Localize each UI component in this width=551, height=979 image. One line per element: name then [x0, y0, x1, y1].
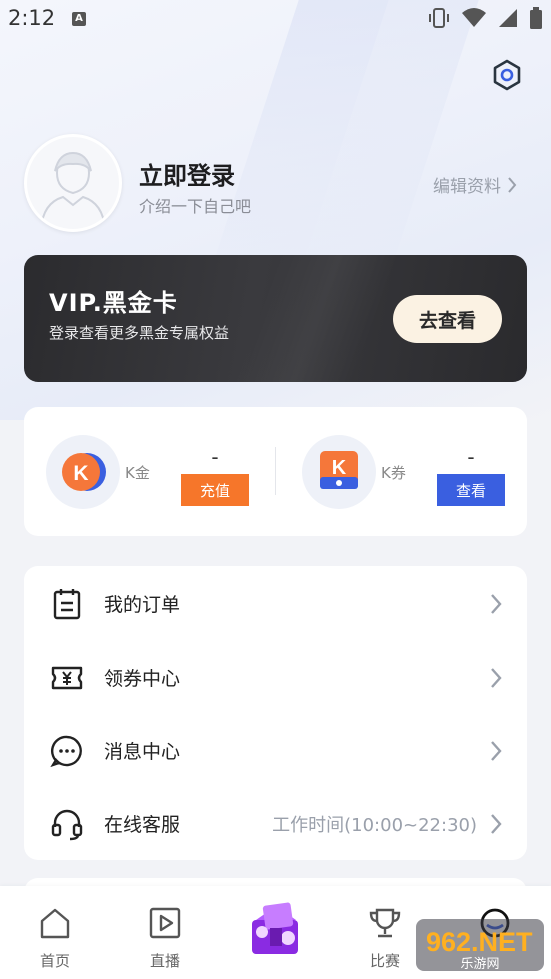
menu-item-label: 领券中心 [104, 668, 181, 690]
vip-view-button[interactable]: 去查看 [393, 295, 502, 343]
menu-item-coupons[interactable]: 领券中心 [24, 641, 527, 714]
kcoupon-value: - [467, 445, 475, 469]
tab-label: 直播 [149, 952, 180, 970]
site-watermark: 962.NET 乐游网 [416, 919, 544, 972]
svg-text:K: K [332, 457, 347, 479]
profile-subtitle: 介绍一下自己吧 [139, 197, 252, 216]
vip-title: VIP.黑金卡 [49, 289, 178, 317]
notification-icon: A [72, 12, 86, 26]
wallet-card: K K金 - 充值 K K券 - 查看 [24, 407, 527, 536]
battery-icon [530, 7, 542, 29]
tab-label: 首页 [39, 952, 70, 970]
watermark-subtext: 乐游网 [460, 957, 499, 972]
chevron-right-icon [491, 593, 502, 614]
wifi-icon [462, 8, 486, 27]
edit-profile-link[interactable]: 编辑资料 [433, 172, 517, 197]
svg-text:K: K [73, 462, 88, 485]
promo-badge-icon [252, 902, 298, 954]
trophy-icon [369, 908, 401, 938]
avatar[interactable] [24, 134, 122, 232]
clipboard-icon [53, 588, 81, 619]
headset-icon [51, 809, 83, 840]
tab-home[interactable]: 首页 [0, 886, 110, 979]
signal-icon [499, 9, 517, 27]
chat-bubble-icon [50, 735, 82, 767]
vibrate-icon [429, 8, 449, 28]
default-avatar-icon [40, 151, 106, 229]
kcoupon-icon: K [302, 435, 376, 509]
chevron-right-icon [491, 667, 502, 688]
service-hours: 工作时间(10:00~22:30) [272, 814, 477, 836]
vip-subtitle: 登录查看更多黑金专属权益 [49, 324, 230, 342]
kgold-icon: K [46, 435, 120, 509]
menu-item-label: 我的订单 [104, 594, 181, 616]
status-time: 2:12 [8, 6, 56, 30]
kgold-label: K金 [125, 464, 150, 482]
home-icon [40, 908, 70, 939]
vip-card[interactable]: VIP.黑金卡 登录查看更多黑金专属权益 去查看 [24, 255, 527, 382]
settings-icon[interactable] [490, 58, 524, 92]
play-icon [149, 907, 181, 939]
tab-live[interactable]: 直播 [110, 886, 220, 979]
view-coupons-button[interactable]: 查看 [437, 474, 505, 506]
tab-promo[interactable] [220, 886, 330, 979]
menu-card: 我的订单 领券中心 消息中心 在线客服 工作时间(10:00~22:30) [24, 566, 527, 860]
chevron-right-icon [491, 813, 502, 834]
watermark-text: 962.NET [426, 927, 533, 957]
login-title[interactable]: 立即登录 [139, 156, 235, 191]
edit-profile-label: 编辑资料 [433, 177, 501, 197]
kcoupon-label: K券 [381, 464, 406, 482]
menu-item-label: 在线客服 [104, 814, 181, 836]
menu-item-customer-service[interactable]: 在线客服 工作时间(10:00~22:30) [24, 787, 527, 860]
kgold-value: - [211, 445, 219, 469]
menu-item-orders[interactable]: 我的订单 [24, 567, 527, 640]
status-icons [427, 6, 543, 30]
ticket-yen-icon [51, 666, 83, 689]
status-bar: 2:12 A [0, 0, 551, 38]
recharge-button[interactable]: 充值 [181, 474, 249, 506]
menu-item-label: 消息中心 [104, 741, 181, 763]
menu-item-messages[interactable]: 消息中心 [24, 714, 527, 787]
chevron-right-icon [508, 176, 517, 193]
wallet-divider [275, 447, 276, 495]
chevron-right-icon [491, 740, 502, 761]
